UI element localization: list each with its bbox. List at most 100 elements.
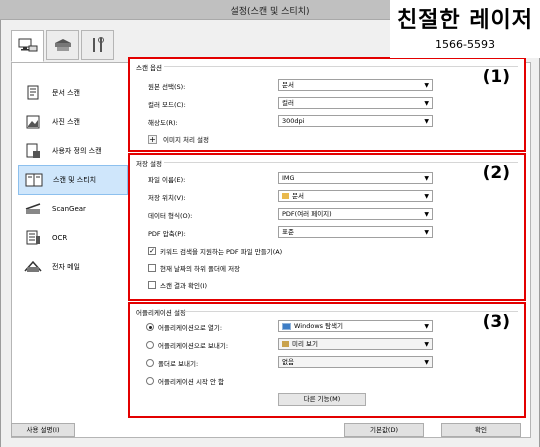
tools-icon bbox=[92, 37, 104, 52]
sidebar-item-document-scan[interactable]: 문서 스캔 bbox=[18, 78, 128, 108]
explorer-icon bbox=[282, 322, 291, 330]
chevron-down-icon: ▼ bbox=[424, 341, 429, 348]
radio-unselected[interactable] bbox=[146, 341, 154, 349]
color-mode-label: 컬러 모드(C): bbox=[148, 101, 186, 109]
sidebar-item-email[interactable]: 전자 메일 bbox=[18, 252, 128, 282]
checkbox-unchecked[interactable] bbox=[148, 264, 156, 272]
divider bbox=[164, 162, 518, 163]
resolution-value: 300dpi bbox=[282, 117, 305, 125]
photo-scan-icon bbox=[22, 111, 44, 133]
source-label: 원본 선택(S): bbox=[148, 83, 186, 91]
sidebar-item-scangear[interactable]: ScanGear bbox=[18, 194, 128, 224]
document-scan-icon bbox=[22, 82, 44, 104]
chevron-down-icon: ▼ bbox=[424, 175, 429, 182]
scan-options-section: 스캔 옵션 (1) 원본 선택(S): 문서 ▼ 컬러 모드(C): 컬러 ▼ … bbox=[128, 57, 526, 152]
filename-select[interactable]: IMG ▼ bbox=[278, 172, 433, 184]
tab-general-settings[interactable] bbox=[81, 30, 114, 60]
data-format-label: 데이터 형식(O): bbox=[148, 212, 193, 220]
sidebar-item-label: 전자 메일 bbox=[52, 263, 80, 271]
tab-scan-from-panel[interactable] bbox=[46, 30, 79, 60]
pdf-compression-select[interactable]: 표준 ▼ bbox=[278, 226, 433, 238]
color-mode-select[interactable]: 컬러 ▼ bbox=[278, 97, 433, 109]
divider bbox=[164, 66, 518, 67]
open-app-select[interactable]: Windows 탐색기 ▼ bbox=[278, 320, 433, 332]
data-format-value: PDF(여러 페이지) bbox=[282, 210, 332, 218]
radio-unselected[interactable] bbox=[146, 359, 154, 367]
app-settings-title: 어플리케이션 설정 bbox=[136, 309, 186, 317]
radio-unselected[interactable] bbox=[146, 377, 154, 385]
scanner-computer-icon bbox=[18, 38, 37, 52]
defaults-button[interactable]: 기본값(D) bbox=[344, 423, 424, 437]
data-format-select[interactable]: PDF(여러 페이지) ▼ bbox=[278, 208, 433, 220]
save-in-value: 문서 bbox=[292, 192, 304, 200]
app-settings-section: 어플리케이션 설정 (3) 어플리케이션으로 열기: Windows 탐색기 ▼… bbox=[128, 302, 526, 418]
resolution-label: 해상도(R): bbox=[148, 119, 178, 127]
brand-name: 친절한 레이저 bbox=[396, 8, 534, 33]
pdf-compression-value: 표준 bbox=[282, 228, 294, 236]
radio-selected[interactable] bbox=[146, 323, 154, 331]
sidebar-item-custom-scan[interactable]: 사용자 정의 스캔 bbox=[18, 136, 128, 166]
confirm-results-checkbox[interactable]: 스캔 결과 확인(I) bbox=[148, 280, 207, 290]
section-number-1: (1) bbox=[482, 67, 510, 87]
save-in-label: 저장 위치(V): bbox=[148, 194, 186, 202]
filename-label: 파일 이름(E): bbox=[148, 176, 186, 184]
image-processing-toggle[interactable]: + 이미지 처리 설정 bbox=[148, 134, 209, 144]
chevron-down-icon: ▼ bbox=[424, 82, 429, 89]
plus-icon: + bbox=[148, 134, 157, 144]
sidebar-item-ocr[interactable]: OCR bbox=[18, 223, 128, 253]
instructions-button[interactable]: 사용 설명(I) bbox=[11, 423, 75, 437]
send-folder-radio[interactable]: 폴더로 보내기: bbox=[146, 358, 198, 368]
open-app-label: 어플리케이션으로 열기: bbox=[158, 324, 223, 332]
scanner-icon bbox=[54, 39, 71, 51]
save-settings-section: 저장 설정 (2) 파일 이름(E): IMG ▼ 저장 위치(V): 문서 ▼… bbox=[128, 153, 526, 301]
chevron-down-icon: ▼ bbox=[424, 118, 429, 125]
filename-value: IMG bbox=[282, 174, 295, 182]
chevron-down-icon: ▼ bbox=[424, 193, 429, 200]
sidebar-item-label: 사용자 정의 스캔 bbox=[52, 147, 102, 155]
sidebar-item-scan-stitch[interactable]: 스캔 및 스티치 bbox=[18, 165, 128, 195]
ocr-icon bbox=[22, 227, 44, 249]
custom-scan-icon bbox=[22, 140, 44, 162]
section-number-3: (3) bbox=[482, 312, 510, 332]
save-settings-title: 저장 설정 bbox=[136, 160, 162, 168]
open-app-radio[interactable]: 어플리케이션으로 열기: bbox=[146, 322, 222, 332]
subfolder-label: 현재 날짜의 하위 폴더에 저장 bbox=[160, 265, 241, 273]
confirm-results-label: 스캔 결과 확인(I) bbox=[160, 282, 208, 290]
scan-stitch-icon bbox=[23, 169, 45, 191]
send-folder-select[interactable]: 없음 ▼ bbox=[278, 356, 433, 368]
send-app-label: 어플리케이션으로 보내기: bbox=[158, 342, 229, 350]
section-number-2: (2) bbox=[482, 163, 510, 183]
chevron-down-icon: ▼ bbox=[424, 229, 429, 236]
color-mode-value: 컬러 bbox=[282, 99, 294, 107]
checkbox-checked[interactable]: ✓ bbox=[148, 247, 156, 255]
more-functions-button[interactable]: 다른 기능(M) bbox=[278, 393, 366, 406]
send-app-value: 미리 보기 bbox=[292, 340, 318, 348]
pdf-compression-label: PDF 압축(P): bbox=[148, 230, 186, 238]
chevron-down-icon: ▼ bbox=[424, 323, 429, 330]
open-app-value: Windows 탐색기 bbox=[294, 322, 344, 330]
resolution-select[interactable]: 300dpi ▼ bbox=[278, 115, 433, 127]
send-app-select[interactable]: 미리 보기 ▼ bbox=[278, 338, 433, 350]
image-processing-label: 이미지 처리 설정 bbox=[163, 136, 209, 144]
divider bbox=[184, 311, 518, 312]
sidebar-item-label: ScanGear bbox=[52, 205, 86, 213]
source-select[interactable]: 문서 ▼ bbox=[278, 79, 433, 91]
checkbox-unchecked[interactable] bbox=[148, 281, 156, 289]
send-app-radio[interactable]: 어플리케이션으로 보내기: bbox=[146, 340, 228, 350]
scangear-icon bbox=[22, 198, 44, 220]
scan-options-title: 스캔 옵션 bbox=[136, 64, 162, 72]
keyword-pdf-checkbox[interactable]: ✓ 키워드 검색을 지원하는 PDF 파일 만들기(A) bbox=[148, 246, 282, 256]
sidebar-item-label: 사진 스캔 bbox=[52, 118, 80, 126]
chevron-down-icon: ▼ bbox=[424, 359, 429, 366]
ok-button[interactable]: 확인 bbox=[441, 423, 521, 437]
save-in-select[interactable]: 문서 ▼ bbox=[278, 190, 433, 202]
tab-scan-from-computer[interactable] bbox=[11, 30, 44, 62]
sidebar-item-label: OCR bbox=[52, 234, 68, 242]
sidebar-item-photo-scan[interactable]: 사진 스캔 bbox=[18, 107, 128, 137]
keyword-pdf-label: 키워드 검색을 지원하는 PDF 파일 만들기(A) bbox=[160, 248, 283, 256]
email-icon bbox=[22, 256, 44, 278]
brand-phone: 1566-5593 bbox=[435, 38, 495, 51]
subfolder-checkbox[interactable]: 현재 날짜의 하위 폴더에 저장 bbox=[148, 263, 240, 273]
preview-icon bbox=[282, 341, 289, 347]
no-app-radio[interactable]: 어플리케이션 시작 안 함 bbox=[146, 376, 224, 386]
